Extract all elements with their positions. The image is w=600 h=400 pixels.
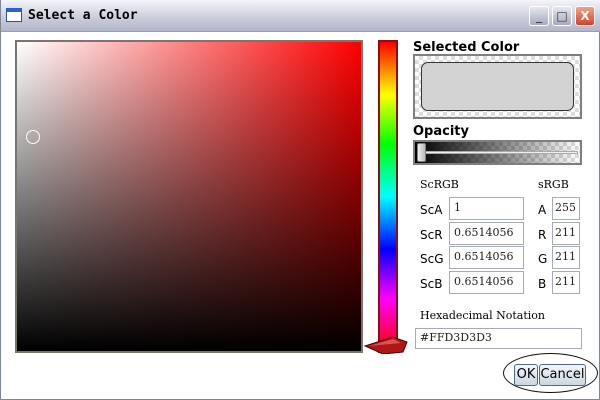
window-icon — [6, 8, 22, 22]
close-button[interactable]: X — [575, 6, 595, 26]
selected-color-swatch — [421, 62, 574, 111]
b-input[interactable]: 211 — [552, 271, 580, 294]
opacity-slider-thumb[interactable] — [417, 143, 426, 162]
scg-label: ScG — [420, 252, 444, 266]
title-bar[interactable]: Select a Color _ □ X — [1, 0, 600, 32]
sca-input[interactable]: 1 — [449, 197, 524, 220]
srgb-header: sRGB — [538, 178, 569, 191]
window-title: Select a Color — [28, 8, 138, 23]
opacity-label: Opacity — [413, 124, 469, 139]
hex-input[interactable]: #FFD3D3D3 — [415, 328, 582, 349]
color-dialog: Select a Color _ □ X Selected Color Opac… — [0, 0, 600, 400]
g-label: G — [538, 252, 548, 266]
hue-slider-thumb[interactable] — [363, 334, 409, 354]
saturation-value-field[interactable] — [15, 40, 363, 353]
minimize-button[interactable]: _ — [529, 6, 549, 26]
scb-label: ScB — [420, 277, 443, 291]
cancel-button[interactable]: Cancel — [539, 364, 586, 386]
b-label: B — [538, 277, 547, 291]
scg-input[interactable]: 0.6514056 — [449, 246, 524, 269]
scrgb-header: ScRGB — [420, 178, 459, 191]
selected-color-label: Selected Color — [413, 40, 520, 55]
selected-color-preview — [413, 54, 582, 119]
a-input[interactable]: 255 — [552, 197, 580, 220]
scr-label: ScR — [420, 228, 443, 242]
r-input[interactable]: 211 — [552, 222, 580, 245]
color-picker-handle[interactable] — [26, 130, 40, 144]
maximize-button[interactable]: □ — [552, 6, 572, 26]
opacity-track — [419, 151, 578, 154]
r-label: R — [538, 228, 547, 242]
scb-input[interactable]: 0.6514056 — [449, 271, 524, 294]
sca-label: ScA — [420, 203, 443, 217]
ok-button[interactable]: OK — [514, 364, 538, 386]
a-label: A — [538, 203, 547, 217]
scr-input[interactable]: 0.6514056 — [449, 222, 524, 245]
g-input[interactable]: 211 — [552, 246, 580, 269]
hex-label: Hexadecimal Notation — [420, 309, 545, 322]
opacity-slider[interactable] — [413, 140, 582, 165]
hue-slider[interactable] — [378, 40, 398, 353]
